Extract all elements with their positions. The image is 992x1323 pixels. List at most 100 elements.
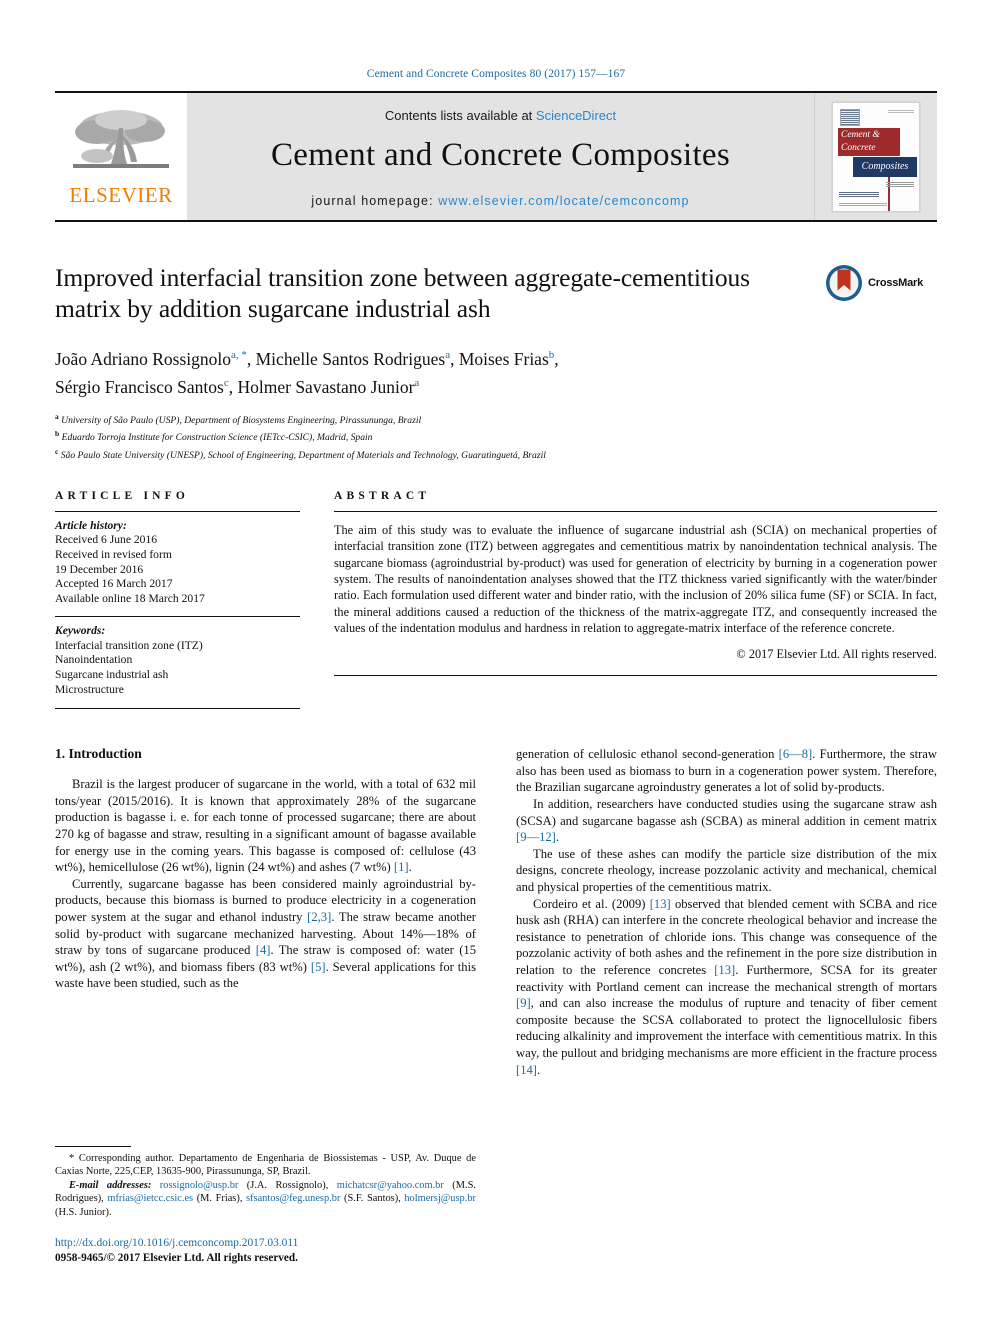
email-link[interactable]: mfrias@ietcc.csic.es (107, 1193, 193, 1204)
elsevier-wordmark: ELSEVIER (69, 182, 173, 207)
affiliation-list: a University of São Paulo (USP), Departm… (55, 410, 817, 463)
title-block: CrossMark Improved interfacial transitio… (55, 262, 937, 463)
article-info-column: ARTICLE INFO Article history: Received 6… (55, 490, 300, 710)
body-text-run: . (555, 830, 560, 845)
author-name: , Michelle Santos Rodrigues (246, 348, 446, 369)
abstract-column: ABSTRACT The aim of this study was to ev… (334, 490, 937, 710)
journal-cover-cell: Cement & Concrete Composites (814, 93, 937, 220)
email-link[interactable]: rossignolo@usp.br (160, 1180, 239, 1191)
issn-copyright-line: 0958-9465/© 2017 Elsevier Ltd. All right… (55, 1252, 298, 1264)
body-paragraph: Cordeiro et al. (2009) [13] observed tha… (516, 896, 937, 1079)
affiliation-item: a University of São Paulo (USP), Departm… (55, 410, 817, 428)
body-text-run: , and can also increase the modulus of r… (516, 996, 937, 1060)
footnote-divider (55, 1145, 131, 1147)
keyword-item: Nanoindentation (55, 653, 133, 667)
affiliation-text: Eduardo Torroja Institute for Constructi… (61, 432, 373, 444)
author-affiliation-mark[interactable]: a, * (231, 349, 247, 361)
cover-text-block-2 (839, 190, 879, 197)
cover-title-line1: Cement & (841, 129, 880, 140)
crossmark-label: CrossMark (868, 277, 924, 289)
affiliation-mark: b (55, 429, 60, 439)
section-heading-introduction: 1. Introduction (55, 746, 142, 762)
cover-top-text-lines (888, 109, 914, 113)
affiliation-text: University of São Paulo (USP), Departmen… (61, 414, 422, 426)
crossmark-badge[interactable]: CrossMark (825, 264, 937, 302)
page-title: Improved interfacial transition zone bet… (55, 263, 750, 323)
history-item: Received in revised form (55, 547, 172, 561)
author-name: , Holmer Savastano Junior (228, 376, 415, 397)
body-text-run: . (536, 1062, 541, 1077)
email-addresses-note: E-mail addresses: rossignolo@usp.br (J.A… (55, 1179, 476, 1219)
affiliation-mark: a (55, 411, 59, 421)
body-column-left: 1. Introduction Brazil is the largest pr… (55, 746, 476, 1078)
body-text-run: Cordeiro et al. (2009) (533, 896, 650, 911)
citation-link[interactable]: [13] (714, 963, 735, 977)
sciencedirect-link[interactable]: ScienceDirect (536, 108, 616, 123)
homepage-url-link[interactable]: www.elsevier.com/locate/cemconcomp (438, 194, 689, 208)
citation-link[interactable]: [9—12] (516, 830, 556, 844)
article-history-label: Article history: (55, 518, 127, 532)
masthead-center: Contents lists available at ScienceDirec… (187, 93, 814, 220)
body-text-run: Brazil is the largest producer of sugarc… (55, 777, 476, 875)
author-affiliation-mark[interactable]: a (414, 377, 419, 389)
email-owner: (M. Frias), (193, 1193, 243, 1205)
body-text-run: . (408, 860, 412, 875)
running-head: Cement and Concrete Composites 80 (2017)… (366, 68, 626, 80)
citation-link[interactable]: [2,3] (307, 910, 331, 924)
abstract-heading: ABSTRACT (334, 489, 431, 502)
citation-link[interactable]: [14] (516, 1063, 537, 1077)
journal-title: Cement and Concrete Composites (271, 136, 730, 173)
contents-available-line: Contents lists available at ScienceDirec… (385, 108, 616, 123)
info-abstract-region: ARTICLE INFO Article history: Received 6… (55, 490, 937, 710)
cover-text-block-1 (886, 180, 914, 187)
author-name: Sérgio Francisco Santos (55, 376, 224, 397)
citation-link[interactable]: [13] (650, 897, 671, 911)
citation-link[interactable]: [1] (394, 860, 409, 874)
author-line-sep: , (554, 348, 559, 369)
email-owner: (H.S. Junior). (55, 1206, 112, 1218)
citation-link[interactable]: [6—8] (779, 747, 813, 761)
affiliation-mark: c (55, 447, 59, 457)
cover-text-block-3 (839, 201, 887, 206)
keyword-item: Sugarcane industrial ash (55, 668, 169, 682)
email-link[interactable]: michatcsr@yahoo.com.br (337, 1180, 444, 1191)
citation-link[interactable]: [5] (311, 960, 326, 974)
right-paragraphs: generation of cellulosic ethanol second-… (516, 746, 937, 1078)
contents-prefix: Contents lists available at (384, 107, 533, 123)
history-item: Received 6 June 2016 (55, 533, 158, 547)
cover-title-band-navy: Composites (853, 156, 917, 177)
left-paragraphs: Brazil is the largest producer of sugarc… (55, 776, 476, 992)
citation-link[interactable]: [9] (516, 996, 531, 1010)
keywords-label: Keywords: (55, 624, 106, 638)
homepage-label: journal homepage: (311, 193, 434, 208)
email-link[interactable]: holmersj@usp.br (404, 1193, 476, 1204)
affiliation-item: c São Paulo State University (UNESP), Sc… (55, 445, 817, 463)
cover-publisher-mark-icon (840, 108, 860, 126)
affiliation-item: b Eduardo Torroja Institute for Construc… (55, 427, 817, 445)
citation-link[interactable]: [4] (256, 943, 271, 957)
paper-page: Cement and Concrete Composites 80 (2017)… (0, 0, 992, 1323)
body-columns: 1. Introduction Brazil is the largest pr… (55, 746, 937, 1078)
footnote-block: * Corresponding author. Departamento de … (55, 1145, 476, 1266)
history-item: Available online 18 March 2017 (55, 591, 205, 605)
keyword-item: Microstructure (55, 682, 124, 696)
divider (55, 616, 300, 618)
email-owner: (S.F. Santos), (340, 1193, 401, 1205)
abstract-copyright: © 2017 Elsevier Ltd. All rights reserved… (736, 646, 937, 661)
keyword-item: Interfacial transition zone (ITZ) (55, 638, 203, 652)
history-item: 19 December 2016 (55, 562, 144, 576)
divider (55, 510, 300, 512)
doi-block: http://dx.doi.org/10.1016/j.cemconcomp.2… (55, 1236, 476, 1266)
email-link[interactable]: sfsantos@feg.unesp.br (246, 1193, 340, 1204)
body-text-run: generation of cellulosic ethanol second-… (516, 747, 779, 762)
body-paragraph: Currently, sugarcane bagasse has been co… (55, 876, 476, 992)
email-owner: (J.A. Rossignolo), (238, 1179, 329, 1191)
crossmark-icon (826, 265, 862, 301)
body-column-right: generation of cellulosic ethanol second-… (516, 746, 937, 1078)
article-info-heading: ARTICLE INFO (55, 489, 190, 502)
body-text-run: In addition, researchers have conducted … (516, 797, 937, 828)
doi-link[interactable]: http://dx.doi.org/10.1016/j.cemconcomp.2… (55, 1236, 476, 1251)
author-line-1: João Adriano Rossignoloa, *, Michelle Sa… (55, 343, 817, 371)
divider (55, 708, 300, 710)
author-line-2: Sérgio Francisco Santosc, Holmer Savasta… (55, 371, 817, 399)
